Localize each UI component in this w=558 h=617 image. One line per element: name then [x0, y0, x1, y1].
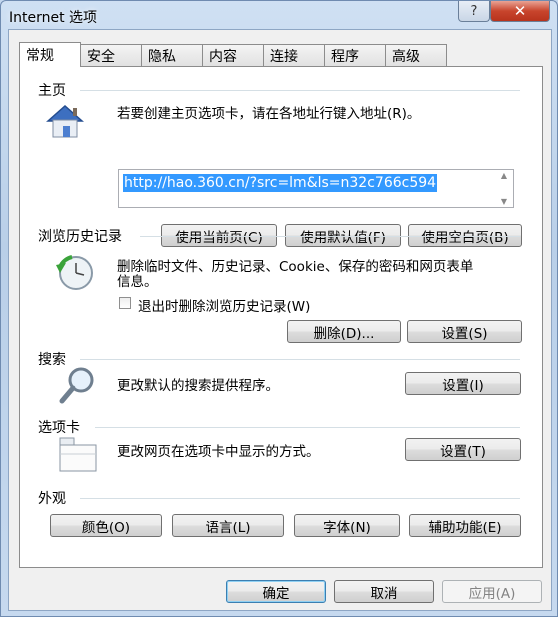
- fonts-button[interactable]: 字体(N): [294, 514, 400, 537]
- window-title: Internet 选项: [9, 10, 98, 26]
- help-icon: ?: [470, 3, 478, 19]
- tab-security[interactable]: 安全: [80, 44, 142, 66]
- divider: [80, 359, 520, 360]
- homepage-url-value: http://hao.360.cn/?src=lm&ls=n32c766c594: [123, 174, 438, 192]
- tab-advanced[interactable]: 高级: [385, 44, 447, 66]
- ok-button[interactable]: 确定: [226, 580, 326, 603]
- delete-on-exit-checkbox[interactable]: [119, 297, 131, 309]
- url-scrollbar[interactable]: ▲ ▼: [496, 171, 512, 206]
- homepage-heading: 主页: [38, 83, 66, 99]
- history-description-line1: 删除临时文件、历史记录、Cookie、保存的密码和网页表单: [117, 259, 474, 275]
- divider: [95, 427, 520, 428]
- close-icon: ✕: [513, 2, 527, 20]
- help-button[interactable]: ?: [458, 1, 490, 22]
- appearance-heading: 外观: [38, 491, 66, 507]
- divider: [80, 498, 520, 499]
- search-icon: [59, 367, 94, 404]
- tab-content[interactable]: 内容: [202, 44, 264, 66]
- languages-button[interactable]: 语言(L): [172, 514, 284, 537]
- tab-programs[interactable]: 程序: [324, 44, 386, 66]
- tabs-description: 更改网页在选项卡中显示的方式。: [117, 444, 320, 460]
- home-icon: [46, 104, 84, 138]
- scroll-down-icon[interactable]: ▼: [501, 197, 507, 206]
- search-settings-button[interactable]: 设置(I): [405, 372, 521, 395]
- colors-button[interactable]: 颜色(O): [50, 514, 162, 537]
- tab-connections[interactable]: 连接: [263, 44, 325, 66]
- divider: [80, 90, 520, 91]
- general-panel: 主页 若要创建主页选项卡，请在各地址行键入地址(R)。 http://hao.3…: [19, 66, 543, 568]
- internet-options-window: Internet 选项 ? ✕ 常规 安全 隐私 内容 连接 程序 高级 主页 …: [0, 0, 558, 617]
- tab-strip: 常规 安全 隐私 内容 连接 程序 高级: [19, 42, 447, 67]
- delete-on-exit-label[interactable]: 退出时删除浏览历史记录(W): [138, 295, 310, 315]
- homepage-description: 若要创建主页选项卡，请在各地址行键入地址(R)。: [117, 106, 421, 122]
- homepage-url-field[interactable]: http://hao.360.cn/?src=lm&ls=n32c766c594…: [118, 169, 514, 208]
- divider: [140, 236, 520, 237]
- tab-privacy[interactable]: 隐私: [141, 44, 203, 66]
- accessibility-button[interactable]: 辅助功能(E): [409, 514, 521, 537]
- history-clock-icon: [56, 255, 93, 290]
- search-description: 更改默认的搜索提供程序。: [117, 378, 279, 394]
- close-button[interactable]: ✕: [490, 1, 550, 22]
- tabs-icon: [59, 437, 97, 472]
- tabs-settings-button[interactable]: 设置(T): [405, 438, 521, 461]
- history-heading: 浏览历史记录: [38, 229, 122, 245]
- cancel-button[interactable]: 取消: [334, 580, 434, 603]
- scroll-up-icon[interactable]: ▲: [501, 171, 507, 180]
- tab-general[interactable]: 常规: [19, 42, 81, 67]
- history-settings-button[interactable]: 设置(S): [407, 320, 522, 343]
- history-description-line2: 信息。: [117, 274, 158, 290]
- apply-button[interactable]: 应用(A): [442, 580, 542, 603]
- dialog-client: 常规 安全 隐私 内容 连接 程序 高级 主页 若要创建主页选项卡，请在各地址行…: [8, 29, 552, 611]
- delete-history-button[interactable]: 删除(D)...: [287, 320, 401, 343]
